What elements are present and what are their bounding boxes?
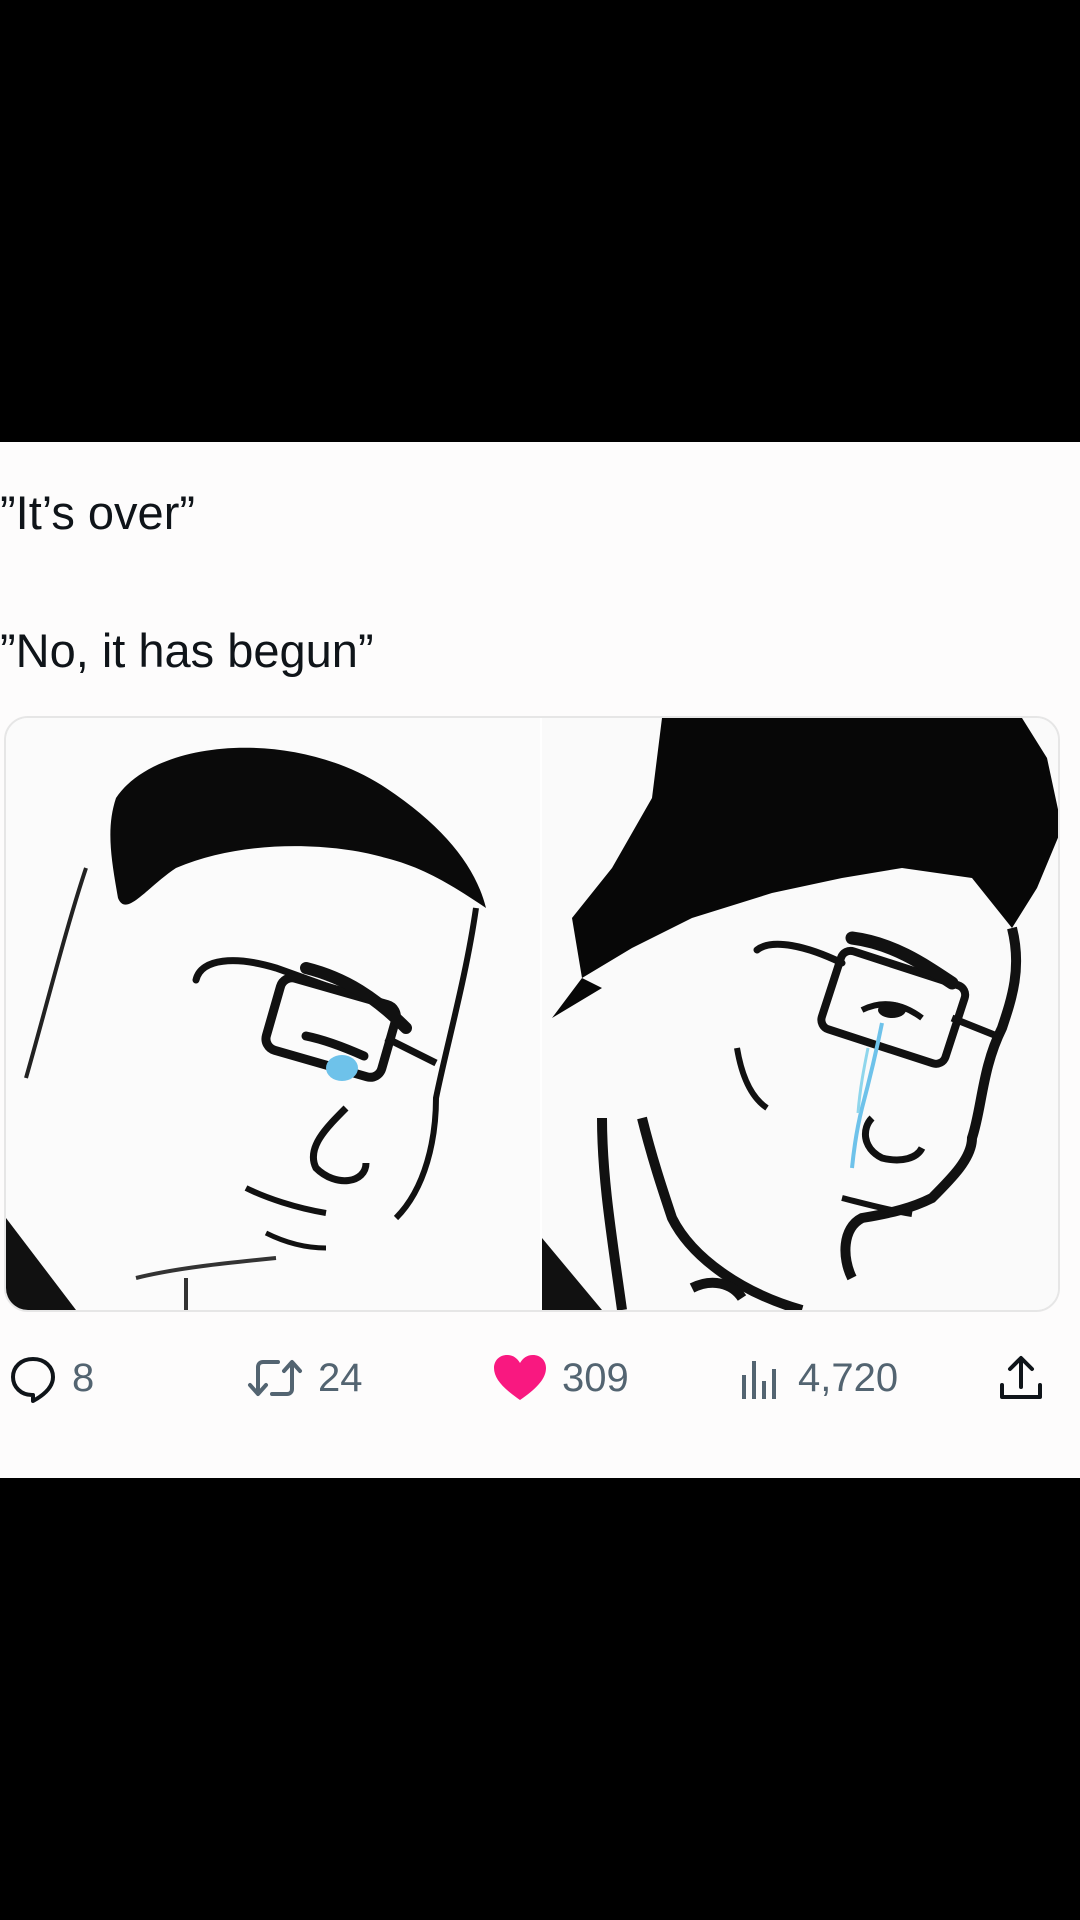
media-right-panel[interactable] [542, 718, 1058, 1310]
crying-glasses-man-right-icon [542, 718, 1058, 1310]
retweet-icon [246, 1353, 304, 1403]
tweet-line-2: ”No, it has begun” [0, 624, 374, 677]
crying-glasses-man-left-icon [6, 747, 487, 1310]
tweet-media[interactable] [4, 716, 1060, 1312]
share-button[interactable] [996, 1338, 1046, 1418]
share-upload-icon [996, 1353, 1046, 1403]
views-bars-icon [738, 1353, 784, 1403]
reply-button[interactable]: 8 [8, 1338, 94, 1418]
like-count: 309 [562, 1355, 629, 1400]
media-left-panel[interactable] [6, 718, 540, 1310]
heart-icon [492, 1353, 548, 1403]
reply-bubble-icon [8, 1353, 58, 1403]
views-button[interactable]: 4,720 [738, 1338, 898, 1418]
tweet-line-1: ”It’s over” [0, 486, 195, 539]
tweet-actions-bar: 8 24 309 4,720 [0, 1338, 1080, 1418]
tweet-text: ”It’s over” ”No, it has begun” [0, 480, 1060, 684]
top-letterbox [0, 0, 1080, 442]
views-count: 4,720 [798, 1355, 899, 1400]
bottom-letterbox [0, 1478, 1080, 1920]
retweet-count: 24 [318, 1355, 363, 1400]
reply-count: 8 [72, 1355, 95, 1400]
retweet-button[interactable]: 24 [246, 1338, 363, 1418]
like-button[interactable]: 309 [492, 1338, 629, 1418]
tweet-card: ”It’s over” ”No, it has begun” 8 24 309 … [0, 442, 1080, 1478]
